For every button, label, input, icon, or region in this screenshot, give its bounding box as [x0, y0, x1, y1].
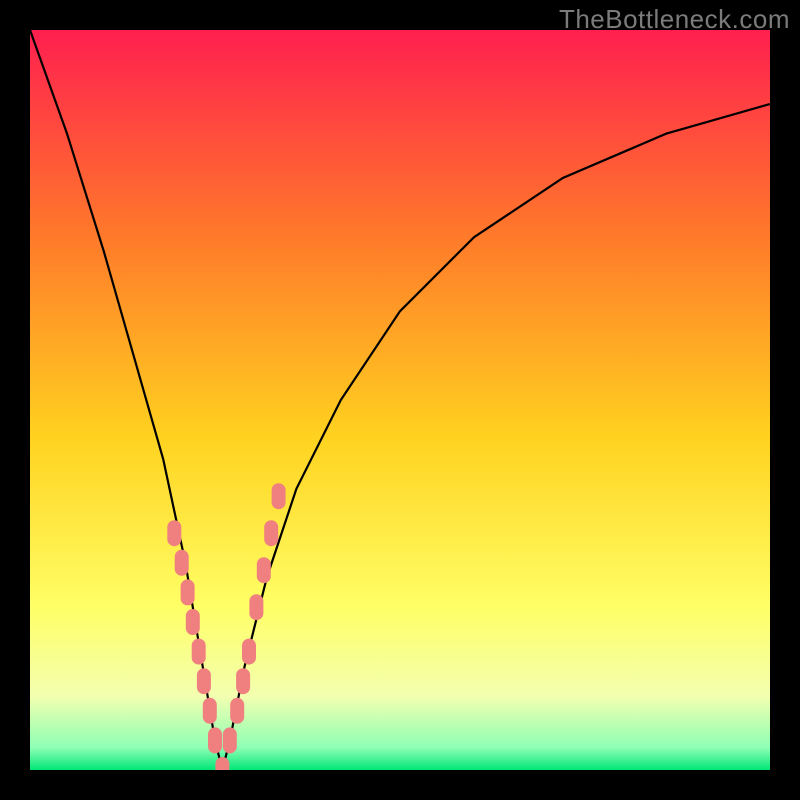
marker — [175, 550, 189, 576]
bottleneck-curve — [30, 30, 770, 770]
marker — [208, 727, 222, 753]
marker — [181, 579, 195, 605]
marker — [197, 668, 211, 694]
bottleneck-curve-layer — [30, 30, 770, 770]
marker — [242, 639, 256, 665]
marker — [223, 727, 237, 753]
marker — [272, 483, 286, 509]
watermark-text: TheBottleneck.com — [559, 4, 790, 35]
chart-frame: TheBottleneck.com — [0, 0, 800, 800]
marker — [236, 668, 250, 694]
marker — [257, 557, 271, 583]
marker — [203, 698, 217, 724]
plot-area — [30, 30, 770, 770]
marker — [192, 639, 206, 665]
marker — [186, 609, 200, 635]
marker — [167, 520, 181, 546]
marker-group — [167, 483, 285, 770]
marker — [215, 757, 229, 770]
marker — [230, 698, 244, 724]
marker — [264, 520, 278, 546]
marker — [249, 594, 263, 620]
